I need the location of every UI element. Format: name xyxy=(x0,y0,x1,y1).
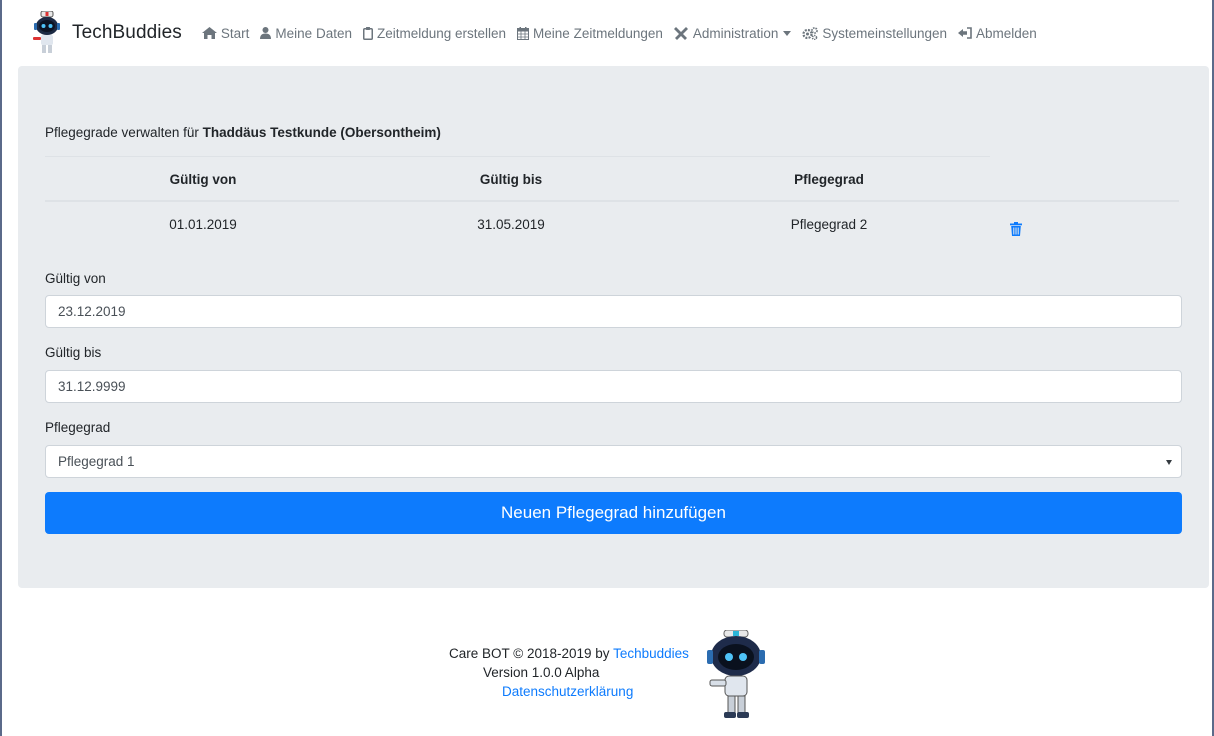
nav-meine-zeitmeldungen-label: Meine Zeitmeldungen xyxy=(533,25,663,41)
nav-start[interactable]: Start xyxy=(201,25,250,41)
pflegegrad-table: Gültig von Gültig bis Pflegegrad 01.01.2… xyxy=(45,156,1179,246)
privacy-link[interactable]: Datenschutzerklärung xyxy=(502,682,633,701)
nav-meine-daten-label: Meine Daten xyxy=(275,25,352,41)
cell-to: 31.05.2019 xyxy=(477,217,545,232)
cell-from: 01.01.2019 xyxy=(169,217,237,232)
nav-systemeinstellungen[interactable]: Systemeinstellungen xyxy=(802,26,947,41)
from-date-input[interactable]: 23.12.2019 xyxy=(45,295,1182,328)
heading-prefix: Pflegegrade verwalten für xyxy=(45,125,199,140)
brand-name: TechBuddies xyxy=(72,22,182,43)
navbar: TechBuddies Start Meine Daten Zeitmeldun… xyxy=(2,0,1212,66)
nav-systemeinstellungen-label: Systemeinstellungen xyxy=(822,25,947,41)
tools-icon xyxy=(673,27,688,40)
calendar-icon xyxy=(517,26,530,40)
col-header-from: Gültig von xyxy=(169,172,237,187)
main-panel: Pflegegrade verwalten für Thaddäus Testk… xyxy=(18,66,1209,588)
version-text: Version 1.0.0 Alpha xyxy=(483,665,600,680)
nav-abmelden-label: Abmelden xyxy=(976,25,1037,41)
main-nav: Start Meine Daten Zeitmeldung erstellen xyxy=(201,25,1048,41)
copyright-text: Care BOT © 2018-2019 by xyxy=(449,646,610,661)
window-frame: TechBuddies Start Meine Daten Zeitmeldun… xyxy=(0,0,1214,736)
grade-selected-value: Pflegegrad 1 xyxy=(58,454,135,469)
robot-mascot-icon xyxy=(707,630,765,718)
nav-abmelden[interactable]: Abmelden xyxy=(958,26,1037,41)
footer-text: Care BOT © 2018-2019 by Techbuddies Vers… xyxy=(449,644,689,699)
to-date-input[interactable]: 31.12.9999 xyxy=(45,370,1182,403)
techbuddies-link[interactable]: Techbuddies xyxy=(613,646,689,661)
nav-zeitmeldung-erstellen[interactable]: Zeitmeldung erstellen xyxy=(362,25,507,41)
sign-out-icon xyxy=(958,27,972,39)
nav-administration-label: Administration xyxy=(692,25,779,41)
to-label: Gültig bis xyxy=(45,345,102,360)
nav-start-label: Start xyxy=(220,25,250,41)
select-arrow-icon xyxy=(1166,460,1172,465)
brand[interactable]: TechBuddies xyxy=(32,11,182,55)
chevron-down-icon xyxy=(783,30,792,36)
col-header-to: Gültig bis xyxy=(479,172,543,187)
home-icon xyxy=(201,27,217,39)
cell-grade: Pflegegrad 2 xyxy=(790,217,868,232)
nav-meine-zeitmeldungen[interactable]: Meine Zeitmeldungen xyxy=(517,26,663,41)
col-header-grade: Pflegegrad xyxy=(794,172,864,187)
from-label: Gültig von xyxy=(45,271,106,286)
page-heading: Pflegegrade verwalten für Thaddäus Testk… xyxy=(45,125,441,140)
footer-copyright: Care BOT © 2018-2019 by Techbuddies xyxy=(449,644,689,663)
grade-label: Pflegegrad xyxy=(45,420,111,435)
grade-select[interactable]: Pflegegrad 1 xyxy=(45,445,1182,478)
add-pflegegrad-button[interactable]: Neuen Pflegegrad hinzufügen xyxy=(45,492,1182,534)
customer-name: Thaddäus Testkunde (Obersontheim) xyxy=(202,125,441,140)
gears-icon xyxy=(802,26,819,40)
nav-zeitmeldung-erstellen-label: Zeitmeldung erstellen xyxy=(376,25,507,41)
nav-administration-dropdown[interactable]: Administration xyxy=(673,25,792,41)
robot-logo-icon xyxy=(33,11,60,53)
user-icon xyxy=(260,27,272,39)
clipboard-icon xyxy=(362,26,373,40)
table-row: 01.01.2019 31.05.2019 Pflegegrad 2 xyxy=(45,200,1179,246)
nav-meine-daten[interactable]: Meine Daten xyxy=(260,26,352,41)
table-header: Gültig von Gültig bis Pflegegrad xyxy=(45,156,1179,202)
trash-icon[interactable] xyxy=(1010,222,1022,236)
